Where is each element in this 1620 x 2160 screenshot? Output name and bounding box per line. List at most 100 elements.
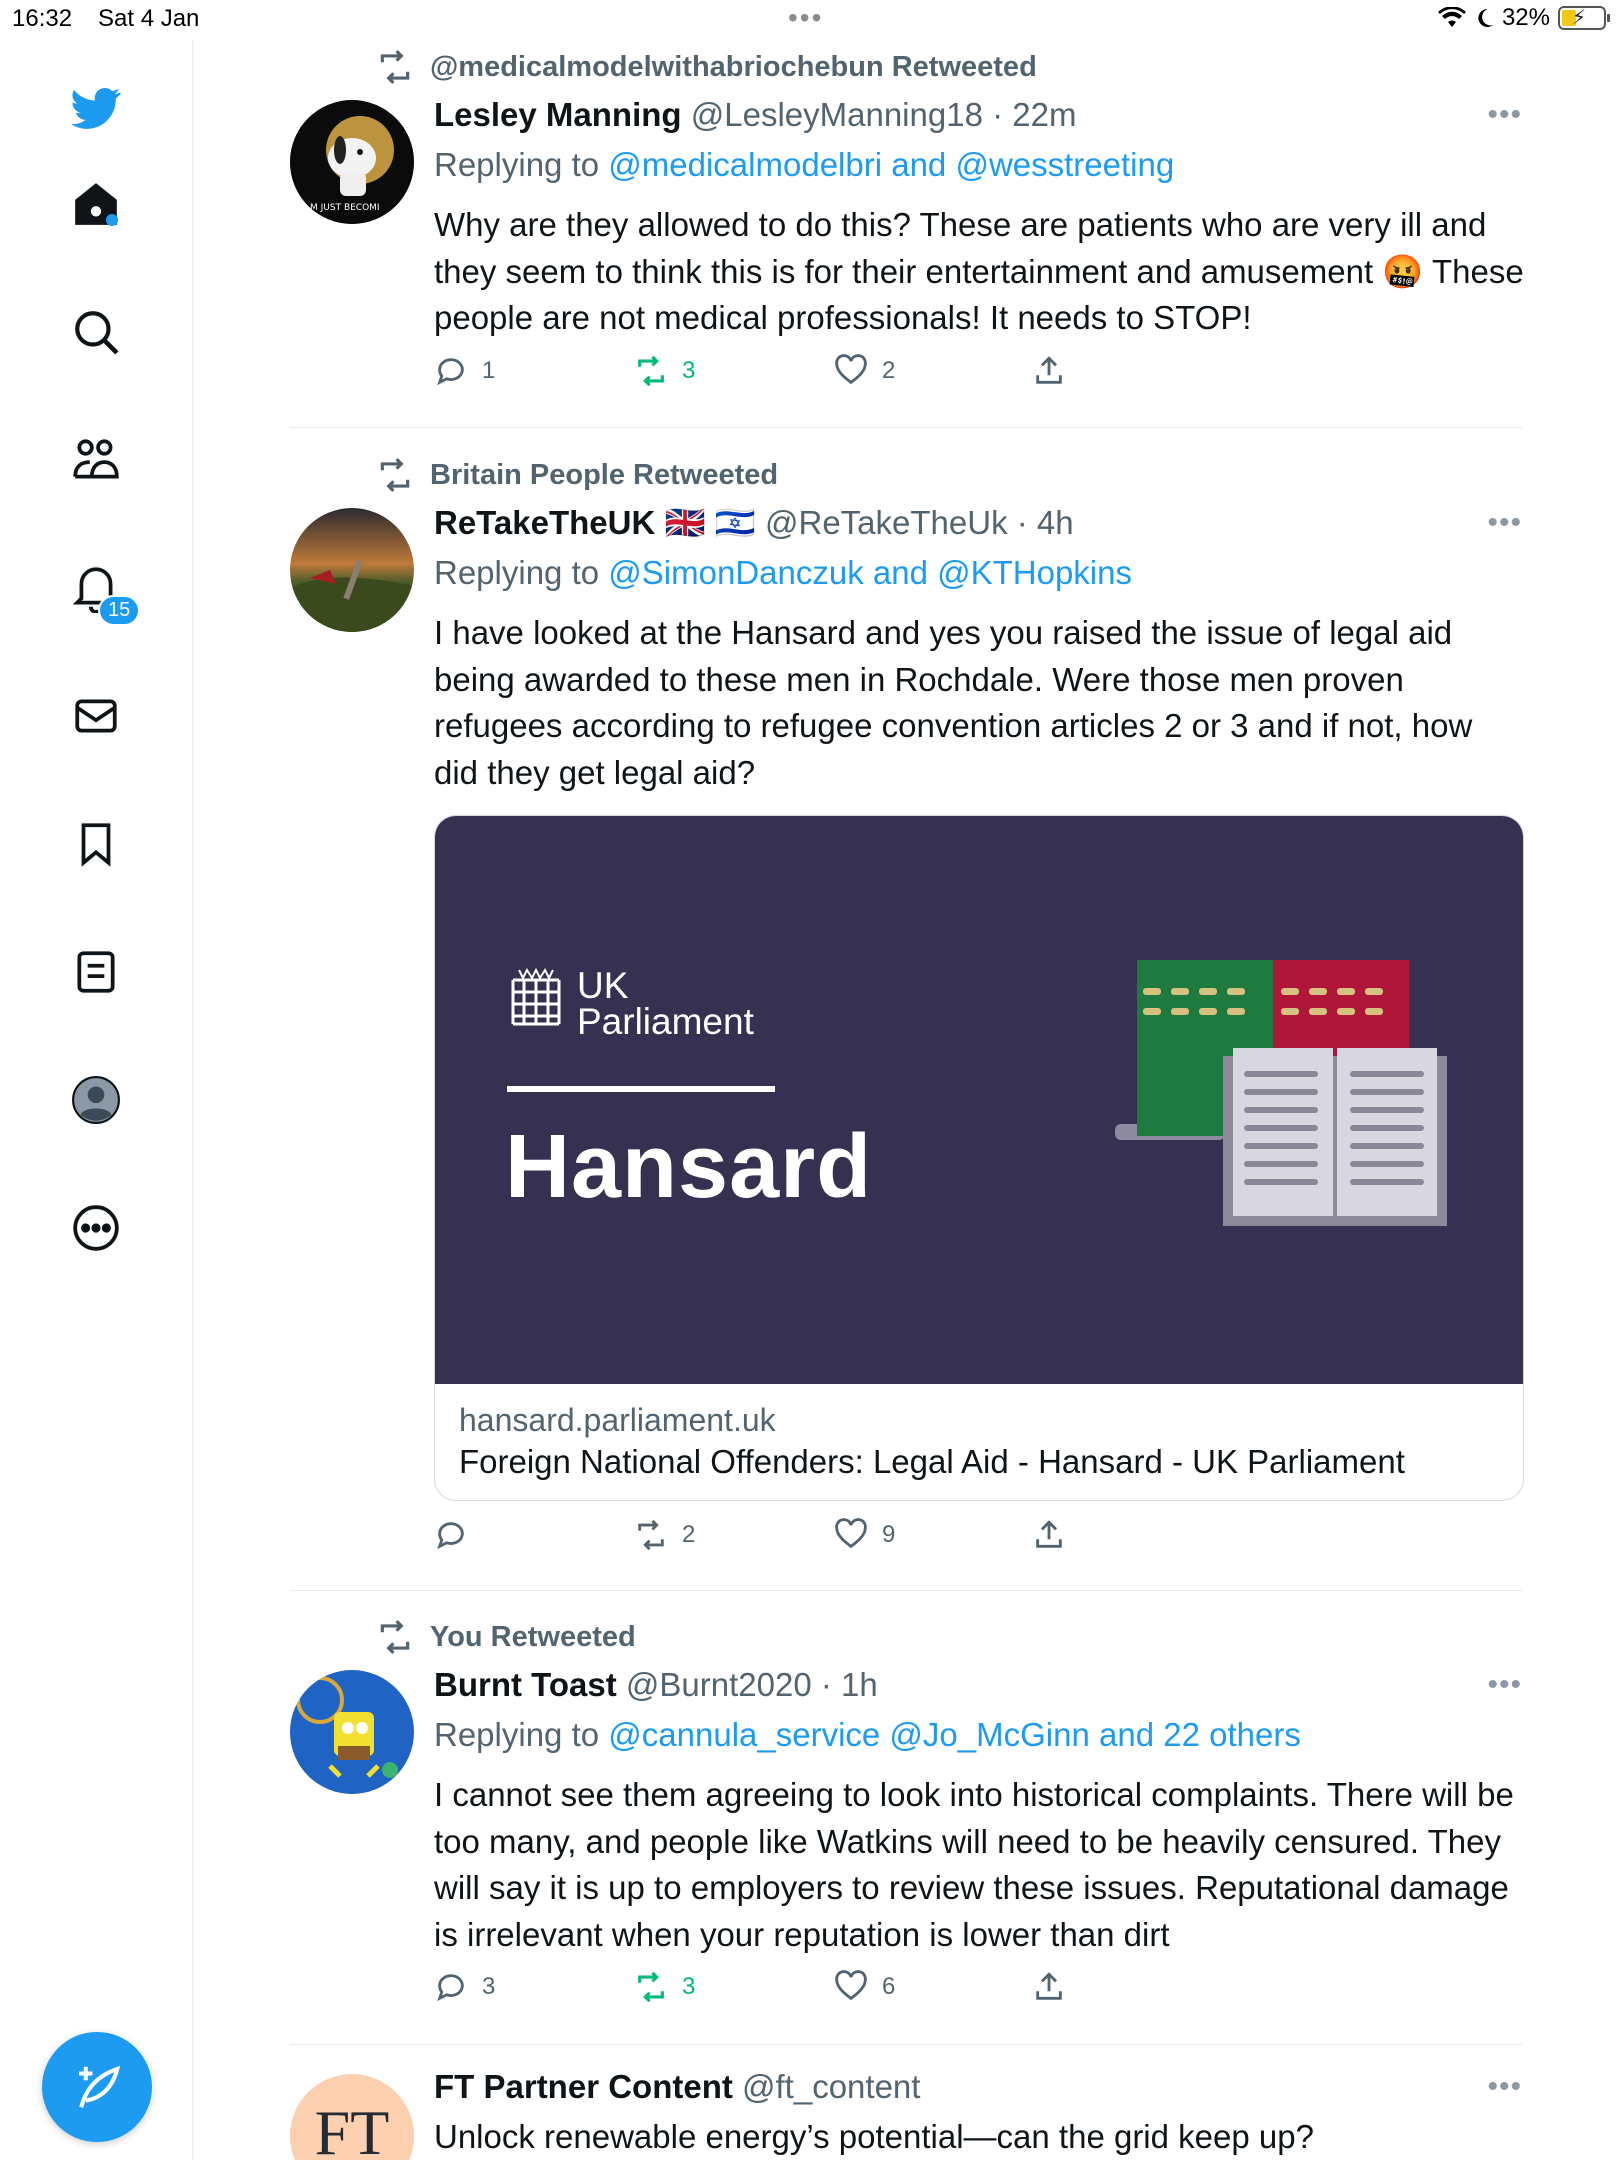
replying-to: Replying to @SimonDanczuk and @KTHopkins [434, 554, 1132, 591]
tweet-actions: 1 3 2 [434, 354, 1434, 394]
battery-icon: ⚡ [1558, 6, 1610, 30]
replying-to-links[interactable]: @medicalmodelbri and @wesstreeting [608, 146, 1174, 183]
author-name[interactable]: FT Partner Content [434, 2068, 733, 2105]
like-button[interactable]: 6 [834, 1970, 895, 2004]
reply-button[interactable]: 1 [434, 354, 495, 388]
replying-to-links[interactable]: @SimonDanczuk and @KTHopkins [608, 554, 1132, 591]
tweet-text: Unlock renewable energy’s potential—can … [434, 2118, 1314, 2155]
avatar[interactable] [290, 1670, 414, 1794]
divider [290, 427, 1522, 428]
reply-icon [437, 358, 464, 386]
avatar[interactable]: M JUST BECOMI [290, 100, 414, 224]
retweet-context: You Retweeted [376, 1618, 636, 1656]
retweet-icon [380, 50, 410, 84]
tweet[interactable]: @medicalmodelwithabriochebun Retweeted M… [290, 40, 1524, 420]
share-icon [1036, 1972, 1062, 2000]
retweet-icon [380, 1620, 410, 1654]
share-button[interactable] [1032, 354, 1066, 388]
author-handle: @ft_content [742, 2068, 921, 2105]
reply-icon [437, 1974, 464, 2002]
like-button[interactable]: 9 [834, 1518, 895, 1552]
home-icon[interactable] [58, 166, 134, 242]
status-time: 16:32 [12, 5, 73, 32]
retweet-icon [638, 1971, 664, 2003]
card-headline: Hansard [505, 1117, 873, 1217]
author-name[interactable]: Burnt Toast [434, 1666, 617, 1703]
replying-to: Replying to @medicalmodelbri and @wesstr… [434, 146, 1175, 183]
twitter-logo-icon[interactable] [58, 70, 134, 146]
reply-button[interactable] [434, 1518, 482, 1552]
status-date: Sat 4 Jan [98, 5, 200, 32]
share-button[interactable] [1032, 1970, 1066, 2004]
home-unread-dot [106, 214, 118, 226]
share-button[interactable] [1032, 1518, 1066, 1552]
author-handle-time: @ReTakeTheUk · 4h [764, 504, 1074, 541]
tweet-header: Burnt Toast @Burnt2020 · 1h [434, 1666, 878, 1704]
divider [290, 1590, 1522, 1591]
tweet-header: Lesley Manning @LesleyManning18 · 22m [434, 96, 1076, 134]
moon-icon [1478, 8, 1493, 27]
wifi-icon [1437, 7, 1466, 27]
tweet-text: I cannot see them agreeing to look into … [434, 1776, 1514, 1953]
retweet-context: Britain People Retweeted [376, 456, 778, 494]
link-card[interactable]: UK Parliament Hansard hansard.parliament… [434, 815, 1524, 1501]
search-icon[interactable] [58, 294, 134, 370]
battery-percent: 32% [1501, 4, 1550, 31]
more-options-icon[interactable] [58, 1190, 134, 1266]
share-icon [1036, 356, 1062, 384]
parliament-logo-text: UK Parliament [577, 965, 754, 1042]
compose-feather-icon [79, 2065, 121, 2108]
tweet-text: Why are they allowed to do this? These a… [434, 206, 1524, 336]
sidebar: 15 [0, 40, 193, 2160]
profile-avatar-icon[interactable] [58, 1062, 134, 1138]
link-card-domain: hansard.parliament.uk [459, 1402, 776, 1438]
heart-icon [835, 354, 867, 385]
retweet-icon [638, 1519, 664, 1551]
heart-icon [835, 1518, 867, 1549]
avatar[interactable] [290, 508, 414, 632]
tweet[interactable]: Britain People Retweeted ReTakeTheUK 🇬🇧 … [290, 448, 1524, 1558]
tweet-actions: 2 9 [434, 1518, 1434, 1558]
share-icon [1036, 1520, 1062, 1548]
tweet-more-icon[interactable]: ••• [1487, 98, 1522, 132]
tweet-header: FT Partner Content @ft_content [434, 2068, 920, 2106]
tweet-more-icon[interactable]: ••• [1487, 506, 1522, 540]
author-name[interactable]: ReTakeTheUK 🇬🇧 🇮🇱 [434, 504, 756, 541]
author-name[interactable]: Lesley Manning [434, 96, 682, 133]
status-indicators: 32% ⚡ [1437, 4, 1610, 32]
author-handle-time: @Burnt2020 · 1h [625, 1666, 878, 1703]
replying-to: Replying to @cannula_service @Jo_McGinn … [434, 1716, 1301, 1753]
tweet-more-icon[interactable]: ••• [1487, 2070, 1522, 2104]
avatar[interactable]: FT [290, 2074, 414, 2160]
lists-icon[interactable] [58, 934, 134, 1010]
like-button[interactable]: 2 [834, 354, 895, 388]
communities-icon[interactable] [58, 422, 134, 498]
retweet-button[interactable]: 3 [634, 1970, 695, 2004]
bookmark-icon[interactable] [58, 806, 134, 882]
logo-underline [507, 1086, 775, 1092]
heart-icon [835, 1970, 867, 2001]
replying-to-links[interactable]: @cannula_service @Jo_McGinn and 22 other… [608, 1716, 1301, 1753]
tweet-actions: 3 3 6 [434, 1970, 1434, 2010]
notifications-badge: 15 [98, 595, 141, 626]
link-card-image: UK Parliament Hansard [435, 816, 1523, 1384]
reply-button[interactable]: 3 [434, 1970, 495, 2004]
tweet[interactable]: You Retweeted Burnt Toast @Burnt2020 · 1… [290, 1610, 1522, 2010]
divider [290, 2044, 1522, 2045]
tweet-header: ReTakeTheUK 🇬🇧 🇮🇱 @ReTakeTheUk · 4h [434, 504, 1074, 543]
retweet-button[interactable]: 2 [634, 1518, 695, 1552]
status-bar: 16:32 Sat 4 Jan ••• 32% ⚡ [0, 0, 1620, 40]
author-handle-time: @LesleyManning18 · 22m [690, 96, 1077, 133]
multitasking-dots-icon[interactable]: ••• [788, 4, 823, 32]
tweet-text: I have looked at the Hansard and yes you… [434, 614, 1473, 791]
compose-tweet-button[interactable] [42, 2032, 152, 2142]
reply-icon [437, 1522, 464, 1550]
retweet-icon [638, 355, 664, 387]
ft-logo: FT [314, 2097, 390, 2160]
retweet-button[interactable]: 3 [634, 354, 695, 388]
retweet-icon [380, 458, 410, 492]
tweet[interactable]: FT FT Partner Content @ft_content ••• Un… [290, 2060, 1522, 2160]
tweet-more-icon[interactable]: ••• [1487, 1668, 1522, 1702]
messages-envelope-icon[interactable] [58, 678, 134, 754]
retweet-context: @medicalmodelwithabriochebun Retweeted [376, 48, 1037, 86]
